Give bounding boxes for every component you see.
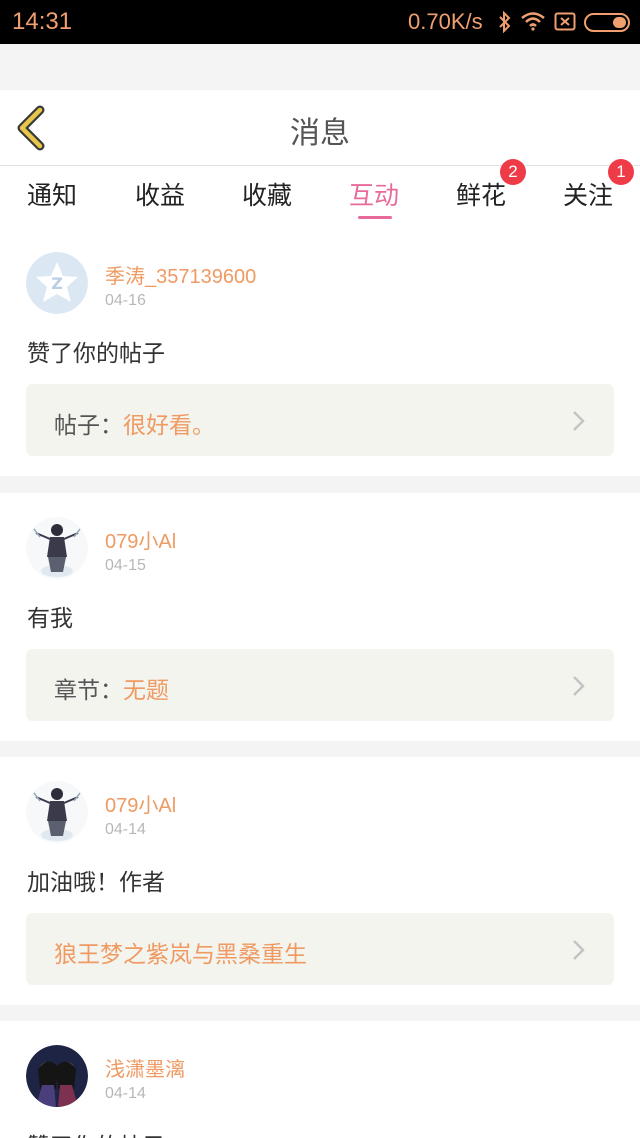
nav-header: 消息 <box>0 90 640 166</box>
message-text: 加油哦！作者 <box>27 870 165 896</box>
avatar[interactable]: Z <box>26 252 88 314</box>
username[interactable]: 浅潇墨漓 <box>105 1053 185 1082</box>
message-item: Z 季涛_357139600 04-16 赞了你的帖子 帖子：很好看。 <box>0 228 640 476</box>
avatar[interactable] <box>26 781 88 843</box>
anime-figure-avatar <box>26 781 88 843</box>
tab-interactions[interactable]: 互动 <box>334 176 414 212</box>
svg-text:Z: Z <box>51 274 63 293</box>
tab-earnings[interactable]: 收益 <box>120 176 200 212</box>
reference-text: 帖子：很好看。 <box>54 406 215 440</box>
tab-favorites[interactable]: 收藏 <box>227 176 307 212</box>
chevron-right-icon <box>573 676 585 696</box>
message-item: 浅潇墨漓 04-14 赞了你的帖子 <box>0 1021 640 1138</box>
reference-label: 章节： <box>54 678 123 704</box>
message-text: 赞了你的帖子 <box>27 341 165 367</box>
reference-text: 狼王梦之紫岚与黑桑重生 <box>54 935 307 969</box>
username[interactable]: 季涛_357139600 <box>105 260 256 289</box>
message-date: 04-16 <box>105 292 146 309</box>
anime-figure-avatar <box>26 517 88 579</box>
sim-icon <box>554 12 576 31</box>
message-date: 04-15 <box>105 557 146 574</box>
username[interactable]: 079小Al <box>105 525 176 554</box>
chevron-right-icon <box>573 940 585 960</box>
tab-notifications[interactable]: 通知 <box>12 176 92 212</box>
bluetooth-icon <box>499 11 511 33</box>
avatar[interactable] <box>26 1045 88 1107</box>
flowers-badge: 2 <box>500 159 526 185</box>
default-star-avatar: Z <box>26 252 88 314</box>
reference-label: 帖子： <box>54 413 123 439</box>
status-bar: 14:31 0.70K/s <box>0 0 640 44</box>
following-badge: 1 <box>608 159 634 185</box>
reference-text: 章节：无题 <box>54 671 169 705</box>
chevron-right-icon <box>573 411 585 431</box>
reference-title: 无题 <box>123 678 169 704</box>
reference-title: 很好看。 <box>123 413 215 439</box>
message-item: 079小Al 04-14 加油哦！作者 狼王梦之紫岚与黑桑重生 <box>0 757 640 1005</box>
status-time: 14:31 <box>12 8 73 35</box>
reference-link[interactable]: 帖子：很好看。 <box>26 384 614 456</box>
network-speed: 0.70K/s <box>408 9 483 34</box>
message-date: 04-14 <box>105 1085 146 1102</box>
tab-bar: 通知 收益 收藏 互动 鲜花 关注 2 1 <box>0 159 640 228</box>
page-title: 消息 <box>290 116 350 151</box>
message-item: 079小Al 04-15 有我 章节：无题 <box>0 493 640 741</box>
avatar[interactable] <box>26 517 88 579</box>
reference-title: 狼王梦之紫岚与黑桑重生 <box>54 942 307 968</box>
message-text: 赞了你的帖子 <box>27 1127 165 1138</box>
message-date: 04-14 <box>105 821 146 838</box>
status-spacer <box>0 44 640 90</box>
wifi-icon <box>521 12 545 31</box>
anime-couple-avatar <box>26 1045 88 1107</box>
reference-link[interactable]: 章节：无题 <box>26 649 614 721</box>
reference-link[interactable]: 狼王梦之紫岚与黑桑重生 <box>26 913 614 985</box>
message-text: 有我 <box>27 606 73 632</box>
battery-icon <box>584 13 630 32</box>
username[interactable]: 079小Al <box>105 789 176 818</box>
active-tab-indicator <box>358 216 392 219</box>
